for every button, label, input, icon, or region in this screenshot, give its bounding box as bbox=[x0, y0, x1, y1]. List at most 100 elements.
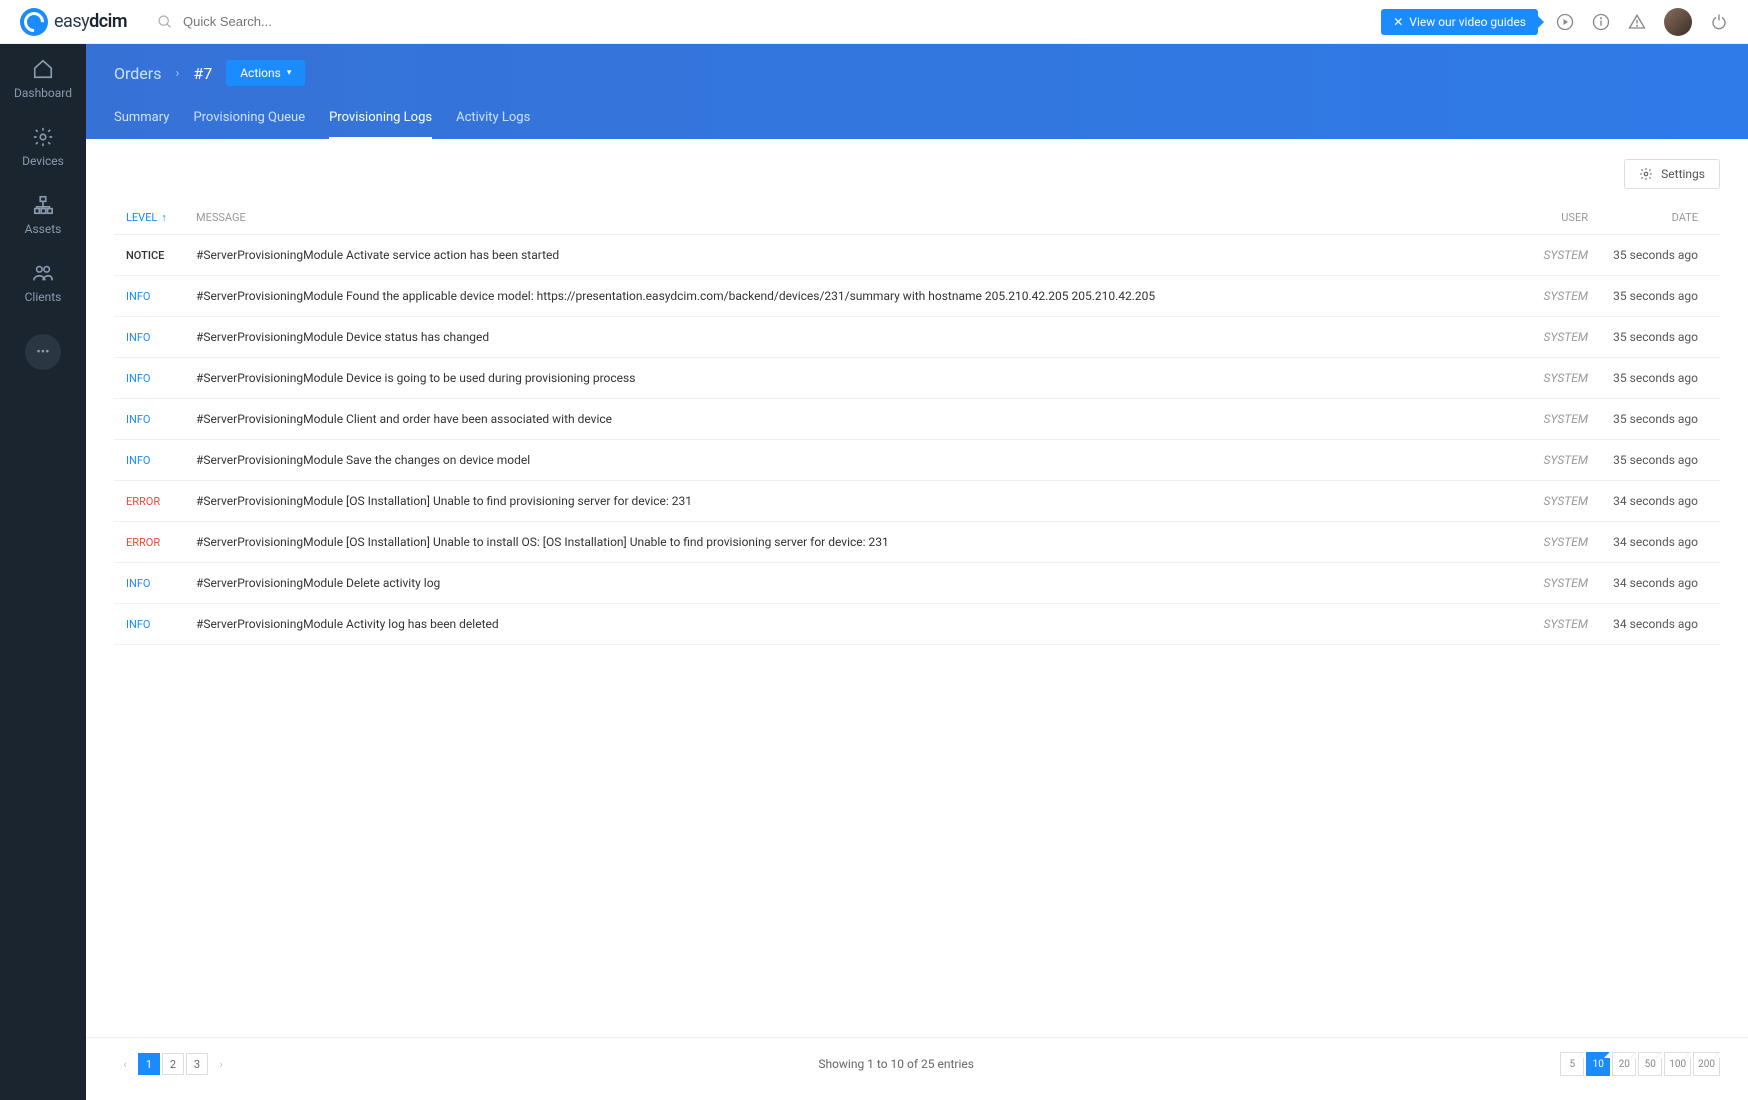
sidebar-item-dashboard[interactable]: Dashboard bbox=[14, 54, 72, 104]
page-size-selector: 5102050100200 bbox=[1560, 1052, 1720, 1076]
gear-icon bbox=[1639, 167, 1653, 181]
table-row: INFO#ServerProvisioningModule Device sta… bbox=[114, 317, 1720, 358]
column-date[interactable]: DATE bbox=[1588, 211, 1708, 224]
page-size-5[interactable]: 5 bbox=[1560, 1052, 1584, 1076]
log-table: LEVEL ↑ MESSAGE USER DATE NOTICE#ServerP… bbox=[114, 201, 1720, 1017]
sidebar-item-devices[interactable]: Devices bbox=[22, 122, 64, 172]
cell-date: 35 seconds ago bbox=[1588, 330, 1708, 344]
table-row: INFO#ServerProvisioningModule Activity l… bbox=[114, 604, 1720, 645]
table-header: LEVEL ↑ MESSAGE USER DATE bbox=[114, 201, 1720, 235]
cell-level: NOTICE bbox=[126, 249, 196, 262]
page-prev-button[interactable]: ‹ bbox=[114, 1053, 136, 1075]
column-user[interactable]: USER bbox=[1508, 211, 1588, 224]
cell-level: INFO bbox=[126, 331, 196, 344]
page-button-3[interactable]: 3 bbox=[186, 1053, 208, 1075]
play-icon[interactable] bbox=[1556, 13, 1574, 31]
table-row: ERROR#ServerProvisioningModule [OS Insta… bbox=[114, 481, 1720, 522]
logo-text: easydcim bbox=[54, 11, 127, 32]
search-input[interactable] bbox=[183, 14, 383, 29]
video-guides-button[interactable]: ✕ View our video guides bbox=[1381, 9, 1538, 35]
cell-date: 34 seconds ago bbox=[1588, 617, 1708, 631]
search-icon bbox=[157, 14, 173, 30]
caret-down-icon: ▾ bbox=[287, 68, 292, 78]
page-size-100[interactable]: 100 bbox=[1664, 1052, 1691, 1076]
cell-level: ERROR bbox=[126, 536, 196, 549]
power-icon[interactable] bbox=[1710, 13, 1728, 31]
column-level[interactable]: LEVEL ↑ bbox=[126, 211, 196, 224]
page-size-50[interactable]: 50 bbox=[1638, 1052, 1662, 1076]
cell-level: ERROR bbox=[126, 495, 196, 508]
logo-icon bbox=[20, 8, 48, 36]
chevron-right-icon: › bbox=[175, 66, 179, 81]
table-footer: ‹ 123 › Showing 1 to 10 of 25 entries 51… bbox=[86, 1037, 1748, 1100]
column-message[interactable]: MESSAGE bbox=[196, 211, 1508, 224]
cell-message: #ServerProvisioningModule Delete activit… bbox=[196, 576, 1508, 590]
logo[interactable]: easydcim bbox=[20, 8, 127, 36]
sidebar-item-label: Clients bbox=[25, 290, 62, 304]
topbar-right: ✕ View our video guides bbox=[1381, 8, 1728, 36]
table-row: INFO#ServerProvisioningModule Device is … bbox=[114, 358, 1720, 399]
sidebar-item-label: Assets bbox=[25, 222, 62, 236]
cell-user: SYSTEM bbox=[1508, 494, 1588, 508]
info-icon[interactable] bbox=[1592, 13, 1610, 31]
table-row: ERROR#ServerProvisioningModule [OS Insta… bbox=[114, 522, 1720, 563]
page-next-button[interactable]: › bbox=[210, 1053, 232, 1075]
sidebar-item-clients[interactable]: Clients bbox=[25, 258, 62, 308]
table-row: NOTICE#ServerProvisioningModule Activate… bbox=[114, 235, 1720, 276]
cell-level: INFO bbox=[126, 577, 196, 590]
cell-date: 35 seconds ago bbox=[1588, 371, 1708, 385]
cell-user: SYSTEM bbox=[1508, 453, 1588, 467]
table-row: INFO#ServerProvisioningModule Save the c… bbox=[114, 440, 1720, 481]
cell-message: #ServerProvisioningModule Device is goin… bbox=[196, 371, 1508, 385]
cell-message: #ServerProvisioningModule Activity log h… bbox=[196, 617, 1508, 631]
table-row: INFO#ServerProvisioningModule Client and… bbox=[114, 399, 1720, 440]
sidebar-item-assets[interactable]: Assets bbox=[25, 190, 62, 240]
cell-user: SYSTEM bbox=[1508, 371, 1588, 385]
page-size-10[interactable]: 10 bbox=[1586, 1052, 1610, 1076]
cell-level: INFO bbox=[126, 372, 196, 385]
tab-provisioning-queue[interactable]: Provisioning Queue bbox=[193, 98, 305, 139]
tab-activity-logs[interactable]: Activity Logs bbox=[456, 98, 530, 139]
sidebar-more-button[interactable]: ••• bbox=[25, 334, 61, 370]
tab-summary[interactable]: Summary bbox=[114, 98, 169, 139]
cell-date: 35 seconds ago bbox=[1588, 248, 1708, 262]
cell-user: SYSTEM bbox=[1508, 412, 1588, 426]
gear-icon bbox=[32, 126, 54, 148]
cell-level: INFO bbox=[126, 454, 196, 467]
page-button-1[interactable]: 1 bbox=[138, 1053, 160, 1075]
cell-user: SYSTEM bbox=[1508, 617, 1588, 631]
cell-user: SYSTEM bbox=[1508, 289, 1588, 303]
showing-text: Showing 1 to 10 of 25 entries bbox=[818, 1057, 974, 1071]
main: Orders › #7 Actions ▾ Summary Provisionin… bbox=[86, 44, 1748, 1100]
video-guides-label: View our video guides bbox=[1409, 15, 1526, 29]
cell-user: SYSTEM bbox=[1508, 330, 1588, 344]
pagination: ‹ 123 › bbox=[114, 1053, 232, 1075]
sidebar-item-label: Dashboard bbox=[14, 86, 72, 100]
close-icon: ✕ bbox=[1393, 15, 1403, 29]
settings-label: Settings bbox=[1661, 167, 1705, 181]
table-row: INFO#ServerProvisioningModule Found the … bbox=[114, 276, 1720, 317]
page-size-200[interactable]: 200 bbox=[1693, 1052, 1720, 1076]
alert-icon[interactable] bbox=[1628, 13, 1646, 31]
avatar[interactable] bbox=[1664, 8, 1692, 36]
cell-date: 35 seconds ago bbox=[1588, 412, 1708, 426]
page-size-20[interactable]: 20 bbox=[1612, 1052, 1636, 1076]
actions-label: Actions bbox=[240, 66, 281, 80]
breadcrumb: Orders › #7 Actions ▾ bbox=[86, 44, 1748, 98]
users-icon bbox=[32, 262, 54, 284]
cell-message: #ServerProvisioningModule [OS Installati… bbox=[196, 494, 1508, 508]
cell-user: SYSTEM bbox=[1508, 535, 1588, 549]
actions-button[interactable]: Actions ▾ bbox=[226, 60, 305, 86]
cell-message: #ServerProvisioningModule Activate servi… bbox=[196, 248, 1508, 262]
cell-message: #ServerProvisioningModule Device status … bbox=[196, 330, 1508, 344]
cell-user: SYSTEM bbox=[1508, 248, 1588, 262]
cell-date: 35 seconds ago bbox=[1588, 453, 1708, 467]
cell-user: SYSTEM bbox=[1508, 576, 1588, 590]
tab-provisioning-logs[interactable]: Provisioning Logs bbox=[329, 98, 432, 139]
breadcrumb-orders[interactable]: Orders bbox=[114, 64, 161, 83]
content: Settings LEVEL ↑ MESSAGE USER DATE NOTIC… bbox=[86, 139, 1748, 1037]
breadcrumb-current: #7 bbox=[193, 64, 212, 83]
settings-button[interactable]: Settings bbox=[1624, 159, 1720, 189]
cell-level: INFO bbox=[126, 290, 196, 303]
page-button-2[interactable]: 2 bbox=[162, 1053, 184, 1075]
